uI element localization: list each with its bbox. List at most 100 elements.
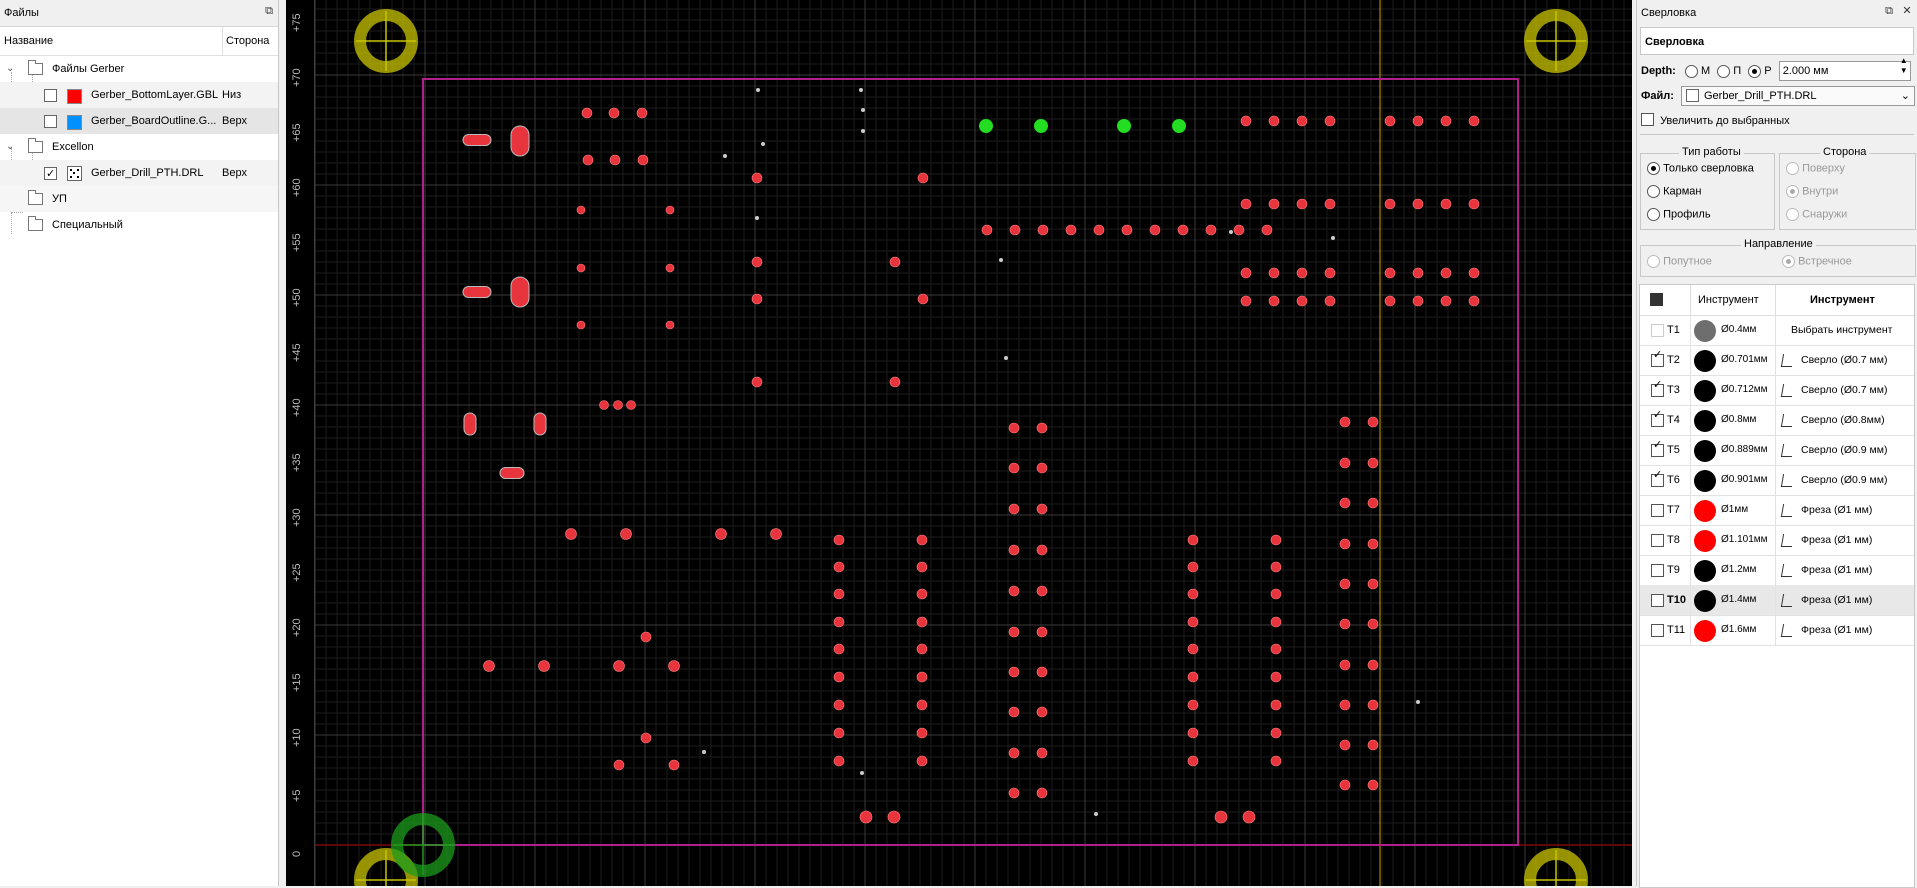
drill-via	[1416, 700, 1420, 704]
drill-bit-icon	[1780, 354, 1795, 367]
files-tree-header: Название Сторона	[0, 27, 278, 56]
side-outside[interactable]: Снаружи	[1786, 208, 1847, 221]
tool-enable-checkbox[interactable]	[1651, 564, 1664, 577]
tool-enable-checkbox[interactable]	[1651, 624, 1664, 637]
tool-row-t9[interactable]: T9 Ø1.2мм Фреза (Ø1 мм)	[1640, 555, 1914, 586]
direction-conventional[interactable]: Встречное	[1782, 255, 1852, 268]
tool-select[interactable]: Сверло (Ø0.9 мм)	[1801, 435, 1887, 465]
drill-pad	[1384, 198, 1396, 210]
tool-row-t5[interactable]: T5 Ø0.889мм Сверло (Ø0.9 мм)	[1640, 435, 1914, 466]
drill-pad	[1268, 198, 1280, 210]
tree-item-board-outline[interactable]: Gerber_BoardOutline.G... Верх	[0, 108, 278, 134]
drill-pad	[1412, 267, 1424, 279]
tool-enable-checkbox[interactable]	[1651, 348, 1664, 367]
drill-pad	[751, 376, 763, 388]
zoom-selected-label: Увеличить до выбранных	[1660, 115, 1790, 127]
column-diameter[interactable]: Инструмент	[1698, 285, 1759, 315]
side-inside[interactable]: Внутри	[1786, 185, 1838, 198]
direction-climb[interactable]: Попутное	[1647, 255, 1712, 268]
tool-row-t7[interactable]: T7 Ø1мм Фреза (Ø1 мм)	[1640, 495, 1914, 526]
work-type-profile[interactable]: Профиль	[1647, 208, 1711, 221]
depth-mode-r-radio[interactable]	[1748, 64, 1762, 78]
tool-select[interactable]: Сверло (Ø0.8мм)	[1801, 405, 1885, 435]
side-over[interactable]: Поверху	[1786, 162, 1845, 175]
tree-item-drill-pth[interactable]: Gerber_Drill_PTH.DRL Верх	[0, 160, 278, 187]
drill-pad	[1324, 198, 1336, 210]
chevron-down-icon[interactable]: ⌄	[1901, 85, 1910, 107]
tool-select[interactable]: Фреза (Ø1 мм)	[1801, 525, 1872, 555]
drill-pad-green	[1117, 119, 1131, 133]
tool-select[interactable]: Сверло (Ø0.7 мм)	[1801, 375, 1887, 405]
drill-pad	[636, 107, 648, 119]
zoom-selected-row[interactable]: Увеличить до выбранных	[1641, 111, 1790, 131]
depth-input[interactable]: 2.000 мм ▲ ▼	[1778, 56, 1911, 82]
drill-pad	[1339, 699, 1351, 711]
tool-row-t2[interactable]: T2 Ø0.701мм Сверло (Ø0.7 мм)	[1640, 345, 1914, 376]
tool-enable-checkbox[interactable]	[1651, 378, 1664, 397]
tool-select[interactable]: Фреза (Ø1 мм)	[1801, 555, 1872, 585]
tool-select[interactable]: Фреза (Ø1 мм)	[1801, 495, 1872, 525]
tool-enable-checkbox[interactable]	[1651, 504, 1664, 517]
tree-group-gerber[interactable]: ⌄ Файлы Gerber	[0, 56, 278, 82]
close-icon[interactable]: ✕	[1900, 5, 1914, 19]
tool-row-t4[interactable]: T4 Ø0.8мм Сверло (Ø0.8мм)	[1640, 405, 1914, 436]
pcb-view[interactable]	[286, 0, 1632, 886]
drill-pad	[1296, 295, 1308, 307]
tool-row-t3[interactable]: T3 Ø0.712мм Сверло (Ø0.7 мм)	[1640, 375, 1914, 406]
chevron-down-icon[interactable]: ⌄	[6, 134, 14, 160]
work-type-title: Тип работы	[1679, 146, 1744, 158]
undock-icon[interactable]: ⧉	[262, 5, 276, 19]
tool-enable-checkbox[interactable]	[1651, 534, 1664, 547]
tool-row-t1[interactable]: T1 Ø0.4мм Выбрать инструмент	[1640, 315, 1914, 346]
pcb-canvas[interactable]: +75 +70 +65 +60 +55 +50 +45 +40 +35 +30 +25 +20 +15 +…	[286, 0, 1632, 886]
tool-enable-checkbox[interactable]	[1651, 408, 1664, 427]
tool-enable-checkbox[interactable]	[1651, 324, 1664, 337]
tool-select[interactable]: Сверло (Ø0.7 мм)	[1801, 345, 1887, 375]
work-type-pocket[interactable]: Карман	[1647, 185, 1701, 198]
drill-pad	[1270, 755, 1282, 767]
tree-item-bottom-layer[interactable]: Gerber_BottomLayer.GBL Низ	[0, 82, 278, 108]
tool-row-t8[interactable]: T8 Ø1.101мм Фреза (Ø1 мм)	[1640, 525, 1914, 556]
tool-select[interactable]: Сверло (Ø0.9 мм)	[1801, 465, 1887, 495]
chevron-down-icon[interactable]: ⌄	[6, 56, 14, 82]
select-all-checkbox[interactable]	[1650, 293, 1663, 306]
tool-select[interactable]: Фреза (Ø1 мм)	[1801, 615, 1872, 645]
tool-row-t10[interactable]: T10 Ø1.4мм Фреза (Ø1 мм)	[1640, 585, 1914, 616]
tool-enable-checkbox[interactable]	[1651, 438, 1664, 457]
visibility-checkbox[interactable]	[44, 115, 57, 128]
work-type-drill-only[interactable]: Только сверловка	[1647, 162, 1754, 175]
layer-color-swatch[interactable]	[67, 89, 82, 104]
tree-group-excellon[interactable]: ⌄ Excellon	[0, 134, 278, 160]
column-tool[interactable]: Инструмент	[1810, 285, 1875, 315]
tree-group-up[interactable]: УП	[0, 186, 278, 212]
drill-pad	[833, 671, 845, 683]
spinner-arrows-icon[interactable]: ▲ ▼	[1900, 56, 1908, 76]
drill-pad	[1036, 666, 1048, 678]
tree-group-special[interactable]: Специальный	[0, 212, 278, 238]
tool-select[interactable]: Фреза (Ø1 мм)	[1801, 585, 1872, 615]
zoom-selected-checkbox[interactable]	[1641, 113, 1654, 126]
column-name[interactable]: Название	[4, 27, 53, 55]
visibility-checkbox[interactable]	[44, 161, 57, 187]
file-side: Низ	[222, 89, 242, 101]
drill-pad	[668, 759, 680, 771]
tool-enable-checkbox[interactable]	[1651, 594, 1664, 607]
drill-pad	[576, 263, 586, 273]
tool-row-t11[interactable]: T11 Ø1.6мм Фреза (Ø1 мм)	[1640, 615, 1914, 646]
drill-pad	[1367, 618, 1379, 630]
drill-pad	[608, 107, 620, 119]
undock-icon[interactable]: ⧉	[1882, 5, 1896, 19]
column-side[interactable]: Сторона	[222, 27, 269, 55]
visibility-checkbox[interactable]	[44, 89, 57, 102]
tool-row-t6[interactable]: T6 Ø0.901мм Сверло (Ø0.9 мм)	[1640, 465, 1914, 496]
tool-enable-checkbox[interactable]	[1651, 468, 1664, 487]
depth-mode-p-radio[interactable]	[1717, 64, 1731, 78]
drill-pad	[1270, 671, 1282, 683]
drill-pad	[1008, 706, 1020, 718]
tool-select[interactable]: Выбрать инструмент	[1791, 315, 1892, 345]
depth-mode-m-radio[interactable]	[1684, 64, 1698, 78]
layer-color-swatch[interactable]	[67, 115, 82, 130]
drill-pad	[833, 727, 845, 739]
drill-via	[999, 258, 1003, 262]
file-select[interactable]: Gerber_Drill_PTH.DRL ⌄	[1680, 85, 1915, 107]
